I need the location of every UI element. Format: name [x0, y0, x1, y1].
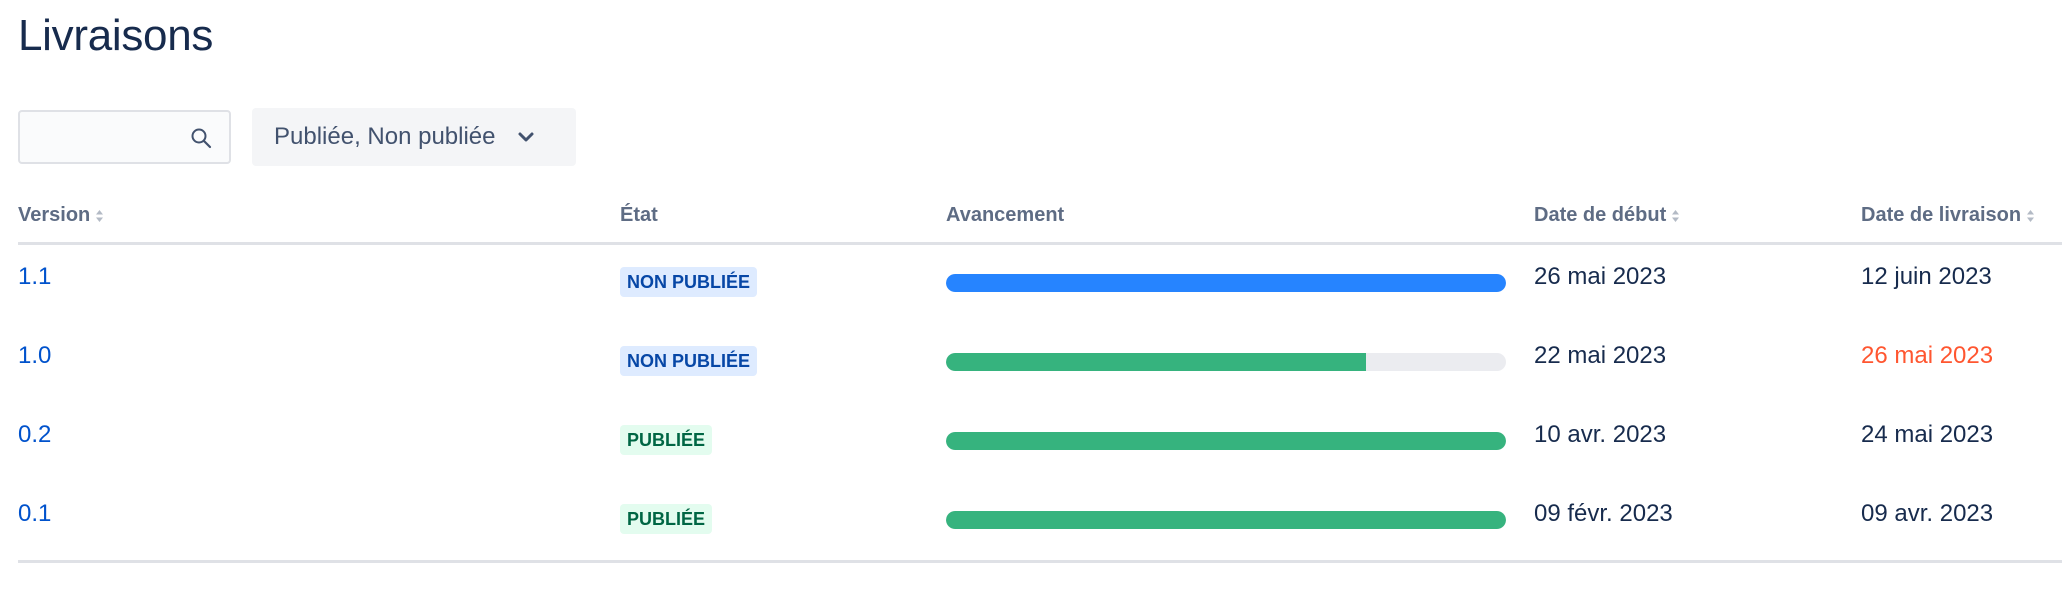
- version-link[interactable]: 0.1: [18, 500, 51, 528]
- release-date: 26 mai 2023: [1861, 342, 1994, 369]
- progress-bar-fill: [946, 353, 1366, 371]
- column-header-start-date-label: Date de début: [1534, 204, 1667, 226]
- start-date: 10 avr. 2023: [1534, 421, 1667, 448]
- progress-bar: [946, 274, 1506, 292]
- progress-bar-fill: [946, 274, 1506, 292]
- search-icon[interactable]: [189, 126, 213, 150]
- progress-bar-fill: [946, 432, 1506, 450]
- search-input[interactable]: [28, 118, 192, 158]
- progress-bar: [946, 353, 1506, 371]
- table-row: 1.0 NON PUBLIÉE 22 mai 2023 26 mai 2023: [18, 322, 2062, 401]
- start-date: 26 mai 2023: [1534, 263, 1667, 290]
- table-row: 0.2 PUBLIÉE 10 avr. 2023 24 mai 2023: [18, 401, 2062, 480]
- start-date: 22 mai 2023: [1534, 342, 1667, 369]
- column-header-status: État: [620, 204, 658, 227]
- column-header-progress: Avancement: [946, 204, 1064, 227]
- column-header-progress-label: Avancement: [946, 204, 1065, 226]
- release-date: 12 juin 2023: [1861, 263, 1992, 290]
- version-link[interactable]: 1.0: [18, 342, 51, 370]
- status-badge: NON PUBLIÉE: [620, 346, 758, 376]
- table-header: Version État Avancement Date de début Da…: [18, 198, 2062, 245]
- start-date: 09 févr. 2023: [1534, 500, 1673, 527]
- status-filter-dropdown[interactable]: Publiée, Non publiée: [252, 108, 576, 166]
- table-row: 1.1 NON PUBLIÉE 26 mai 2023 12 juin 2023: [18, 243, 2062, 322]
- progress-bar: [946, 511, 1506, 529]
- version-link[interactable]: 1.1: [18, 263, 51, 291]
- status-badge: NON PUBLIÉE: [620, 267, 758, 297]
- sort-icon: [1672, 209, 1680, 222]
- column-header-status-label: État: [620, 204, 658, 226]
- status-badge: PUBLIÉE: [620, 504, 713, 534]
- table-bottom-divider: [18, 560, 2062, 563]
- column-header-start-date[interactable]: Date de début: [1534, 204, 1680, 227]
- releases-page: Livraisons Publiée, Non publiée Version …: [0, 0, 2062, 590]
- status-filter-label: Publiée, Non publiée: [274, 123, 496, 150]
- progress-bar-fill: [946, 511, 1506, 529]
- sort-icon: [96, 209, 104, 222]
- version-link[interactable]: 0.2: [18, 421, 51, 449]
- column-header-release-date[interactable]: Date de livraison: [1861, 204, 2035, 227]
- status-badge: PUBLIÉE: [620, 425, 713, 455]
- page-title: Livraisons: [18, 11, 214, 60]
- sort-icon: [2027, 209, 2035, 222]
- release-date: 09 avr. 2023: [1861, 500, 1994, 527]
- release-date: 24 mai 2023: [1861, 421, 1994, 448]
- column-header-version-label: Version: [18, 204, 91, 226]
- column-header-version[interactable]: Version: [18, 204, 104, 227]
- chevron-down-icon: [518, 132, 533, 142]
- search-field[interactable]: [18, 110, 231, 164]
- column-header-release-date-label: Date de livraison: [1861, 204, 2022, 226]
- progress-bar: [946, 432, 1506, 450]
- table-row: 0.1 PUBLIÉE 09 févr. 2023 09 avr. 2023: [18, 480, 2062, 559]
